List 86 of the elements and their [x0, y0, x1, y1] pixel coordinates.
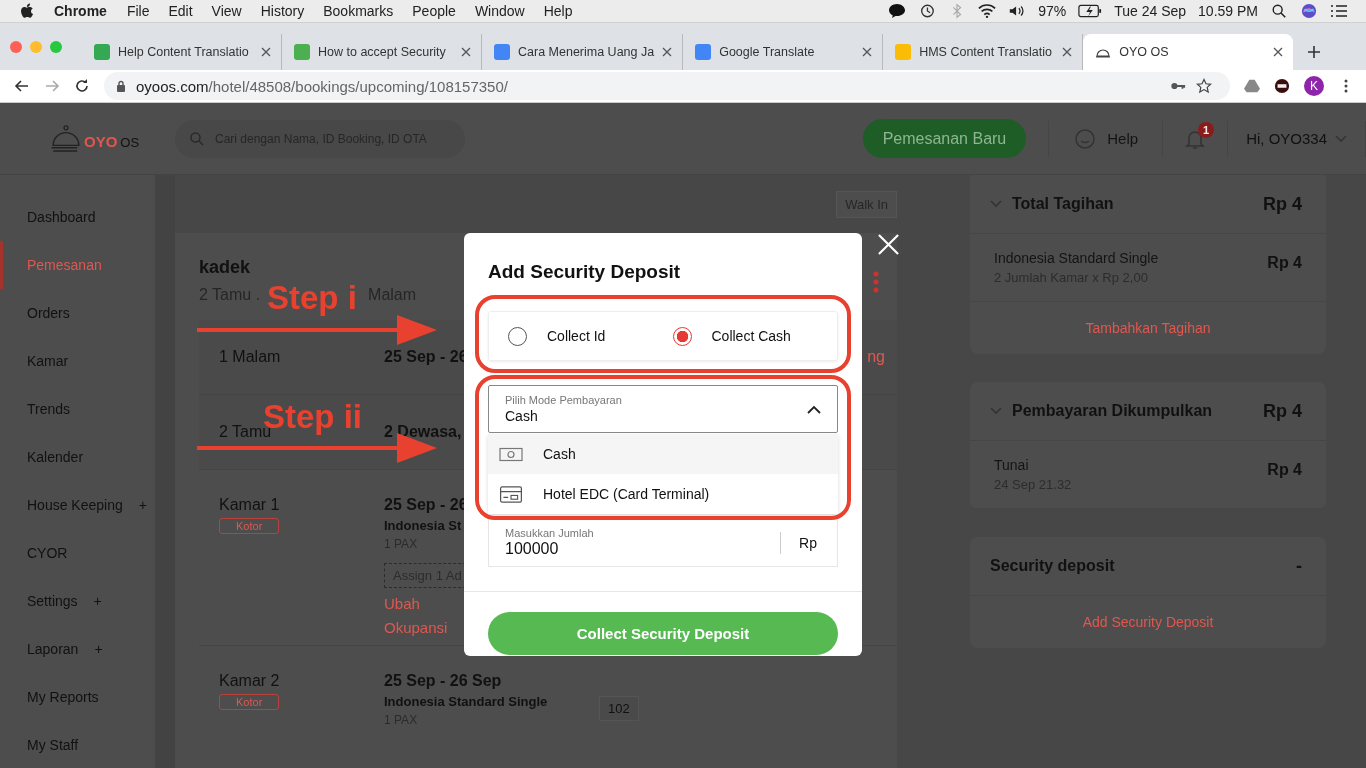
cloche-logo-icon	[50, 123, 82, 154]
amount-field[interactable]: Masukkan Jumlah 100000 Rp	[488, 518, 838, 567]
search-icon	[189, 130, 205, 147]
bill-amount: Rp 4	[1263, 400, 1302, 422]
star-icon[interactable]	[1196, 78, 1212, 94]
payment-option[interactable]: Hotel EDC (Card Terminal)	[488, 474, 838, 514]
close-tab-icon[interactable]	[261, 47, 271, 57]
site-icon	[695, 44, 712, 60]
menu-item[interactable]: Edit	[168, 3, 193, 19]
card-icon	[499, 485, 523, 503]
room-type: Indonesia St	[384, 518, 462, 533]
bill-title: Pembayaran Dikumpulkan	[1012, 402, 1213, 420]
site-icon	[94, 44, 110, 60]
back-arrow-icon[interactable]	[14, 78, 30, 94]
room-status-tag: Kotor	[219, 518, 280, 534]
menu-item[interactable]: History	[260, 3, 305, 19]
room-name: Kamar 2	[219, 672, 280, 690]
wifi-icon[interactable]	[978, 3, 997, 19]
site-icon	[294, 44, 310, 60]
search-icon[interactable]	[1270, 3, 1288, 19]
browser-tab[interactable]: OYO OS	[1083, 34, 1294, 70]
menu-app-name[interactable]: Chrome	[54, 3, 107, 19]
room-status-tag: Kotor	[219, 694, 280, 710]
room-name: Kamar 1	[219, 496, 280, 514]
extension-icon[interactable]	[1274, 78, 1290, 94]
room-dates: 25 Sep - 26 Sep	[384, 672, 502, 690]
list-icon[interactable]	[1330, 3, 1348, 19]
bill-amount: Rp 4	[1263, 193, 1302, 215]
smiley-icon	[1073, 126, 1098, 151]
close-tab-icon[interactable]	[1062, 47, 1073, 57]
currency-unit: Rp	[780, 531, 817, 554]
notification-badge: 1	[1198, 121, 1215, 138]
lock-icon	[116, 80, 126, 92]
close-tab-icon[interactable]	[1273, 47, 1284, 57]
line-amount: Rp 4	[1267, 254, 1302, 272]
menu-item[interactable]: Window	[474, 3, 525, 19]
menu-item[interactable]: File	[126, 3, 150, 19]
line-name: Indonesia Standard Single	[994, 250, 1160, 266]
chat-bubble-icon[interactable]	[888, 3, 907, 19]
site-icon	[895, 44, 912, 60]
menu-item[interactable]: Bookmarks	[323, 3, 394, 19]
site-icon	[494, 44, 510, 60]
row-label: 1 Malam	[219, 348, 282, 366]
menu-item[interactable]: People	[412, 3, 456, 19]
menu-item[interactable]: View	[211, 3, 242, 19]
radio-button[interactable]	[672, 326, 692, 346]
logo-text: OYO	[84, 132, 118, 150]
profile-avatar[interactable]: K	[1304, 76, 1324, 96]
line-amount: Rp 4	[1267, 461, 1302, 479]
menu-item[interactable]: Help	[543, 3, 573, 19]
logo-suffix: OS	[120, 134, 140, 150]
orb-icon[interactable]	[1300, 3, 1318, 19]
battery-percent: 97%	[1038, 3, 1067, 19]
banknote-icon	[499, 445, 523, 463]
minimize-window-dot[interactable]	[30, 40, 42, 53]
guest-name: kadek	[199, 257, 251, 278]
payment-option[interactable]: Cash	[488, 434, 838, 474]
battery-icon[interactable]	[1078, 3, 1103, 19]
close-tab-icon[interactable]	[862, 47, 873, 57]
apple-icon[interactable]	[20, 3, 34, 19]
dialog-title: Add Security Deposit	[488, 261, 682, 283]
reload-icon[interactable]	[74, 78, 90, 94]
menu-date: Tue 24 Sep	[1114, 3, 1187, 19]
chevron-up-icon	[807, 404, 821, 414]
zoom-window-dot[interactable]	[50, 40, 62, 53]
new-tab-icon[interactable]	[1307, 45, 1322, 59]
close-icon[interactable]	[877, 233, 900, 256]
bill-title: Security deposit	[990, 557, 1115, 575]
room-type: Indonesia Standard Single	[384, 694, 548, 709]
line-name: Tunai	[994, 457, 1030, 473]
chevron-down-icon	[1335, 134, 1347, 143]
close-window-dot[interactable]	[10, 40, 22, 53]
radio-label[interactable]: Collect Id	[547, 328, 606, 344]
address-bar[interactable]: oyoos.com/hotel/48508/bookings/upcoming/108157350/	[104, 72, 1230, 100]
radio-label[interactable]: Collect Cash	[711, 328, 791, 344]
room-number: 102	[599, 696, 639, 721]
payment-mode-select[interactable]: Pilih Mode Pembayaran Cash	[488, 385, 838, 433]
step-label: Step i	[267, 281, 357, 314]
close-tab-icon[interactable]	[662, 47, 673, 57]
bill-title: Total Tagihan	[1012, 195, 1114, 213]
clock-icon[interactable]	[918, 3, 937, 19]
menu-time: 10.59 PM	[1198, 3, 1258, 19]
close-tab-icon[interactable]	[461, 47, 471, 57]
new-booking-button[interactable]: Pemesanan Baru	[862, 119, 1027, 158]
bill-amount: -	[1296, 555, 1302, 577]
row-value: 2 Dewasa,	[384, 423, 462, 441]
